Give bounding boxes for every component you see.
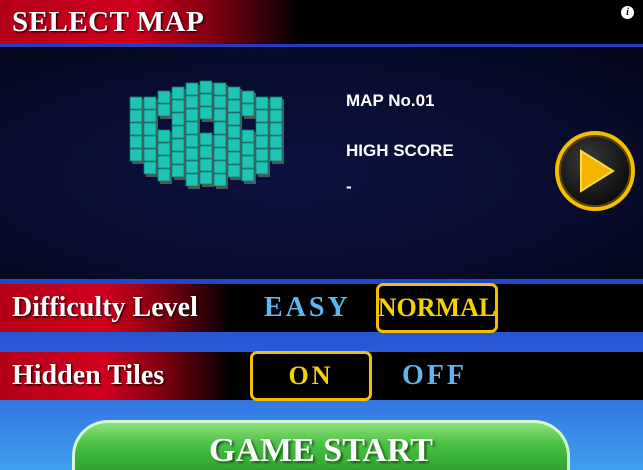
map-tile	[241, 142, 255, 156]
map-tile	[199, 171, 213, 185]
map-tile	[157, 155, 171, 169]
difficulty-option-easy[interactable]: EASY	[264, 292, 351, 324]
map-tile	[227, 164, 241, 178]
map-tile	[213, 134, 227, 148]
high-score-label: HIGH SCORE	[346, 141, 454, 160]
map-tile	[199, 80, 213, 94]
map-tile	[269, 135, 283, 149]
map-tile	[199, 106, 213, 120]
page-title: SELECT MAP	[0, 0, 300, 44]
map-tile	[199, 158, 213, 172]
map-tile	[171, 151, 185, 165]
map-tile	[129, 122, 143, 136]
map-tile	[157, 142, 171, 156]
map-tile	[143, 161, 157, 175]
map-tile	[255, 122, 269, 136]
map-tile	[213, 147, 227, 161]
difficulty-label: Difficulty Level	[0, 284, 230, 332]
map-tile	[171, 112, 185, 126]
map-tile	[185, 95, 199, 109]
map-tile	[185, 147, 199, 161]
play-arrow-icon	[580, 149, 615, 193]
map-tile	[213, 121, 227, 135]
map-tile	[213, 160, 227, 174]
map-tile	[227, 125, 241, 139]
map-tile	[143, 135, 157, 149]
map-tile	[185, 134, 199, 148]
map-tile	[185, 82, 199, 96]
map-tile	[213, 173, 227, 187]
map-tile	[255, 96, 269, 110]
map-tile	[241, 90, 255, 104]
map-tile	[255, 161, 269, 175]
map-tile	[143, 122, 157, 136]
map-tile	[255, 148, 269, 162]
hidden-tiles-option-on[interactable]: ON	[250, 351, 372, 401]
map-tile	[213, 95, 227, 109]
info-icon[interactable]: i	[621, 6, 634, 19]
map-tile	[241, 155, 255, 169]
map-tile	[269, 122, 283, 136]
map-tile	[129, 96, 143, 110]
map-tile	[143, 109, 157, 123]
map-tile	[255, 135, 269, 149]
map-number: MAP No.01	[346, 91, 435, 110]
map-tile	[241, 129, 255, 143]
map-tile	[143, 96, 157, 110]
map-tile	[185, 121, 199, 135]
map-tile	[199, 145, 213, 159]
map-tile	[129, 109, 143, 123]
map-tile	[185, 108, 199, 122]
map-tile	[171, 164, 185, 178]
map-tile	[157, 168, 171, 182]
map-tile	[213, 108, 227, 122]
map-tile	[171, 138, 185, 152]
next-map-button[interactable]	[555, 131, 635, 211]
map-preview	[129, 80, 284, 189]
map-tile	[255, 109, 269, 123]
map-tile	[143, 148, 157, 162]
map-tile	[157, 90, 171, 104]
map-tile	[227, 86, 241, 100]
map-tile	[241, 103, 255, 117]
map-tile	[241, 168, 255, 182]
map-tile	[171, 86, 185, 100]
hidden-tiles-row: Hidden Tiles ON OFF	[0, 351, 643, 401]
map-tile	[227, 151, 241, 165]
hidden-tiles-label: Hidden Tiles	[0, 352, 230, 400]
map-tile	[129, 135, 143, 149]
high-score-value: -	[346, 177, 352, 196]
map-panel: MAP No.01 HIGH SCORE -	[0, 47, 643, 279]
map-tile	[171, 99, 185, 113]
title-bar: SELECT MAP i	[0, 0, 643, 44]
map-tile	[227, 112, 241, 126]
map-tile	[171, 125, 185, 139]
difficulty-option-normal[interactable]: NORMAL	[376, 283, 498, 333]
map-tile	[129, 148, 143, 162]
map-tile	[157, 129, 171, 143]
map-tile	[185, 173, 199, 187]
map-tile	[227, 99, 241, 113]
map-tile	[185, 160, 199, 174]
hidden-tiles-option-off[interactable]: OFF	[402, 360, 467, 392]
map-tile	[269, 109, 283, 123]
map-tile	[269, 96, 283, 110]
map-tile	[157, 103, 171, 117]
map-tile	[199, 132, 213, 146]
map-tile	[213, 82, 227, 96]
map-tile	[269, 148, 283, 162]
game-start-button[interactable]: GAME START	[72, 420, 570, 470]
difficulty-row: Difficulty Level EASY NORMAL	[0, 283, 643, 333]
map-tile	[199, 93, 213, 107]
map-tile	[227, 138, 241, 152]
